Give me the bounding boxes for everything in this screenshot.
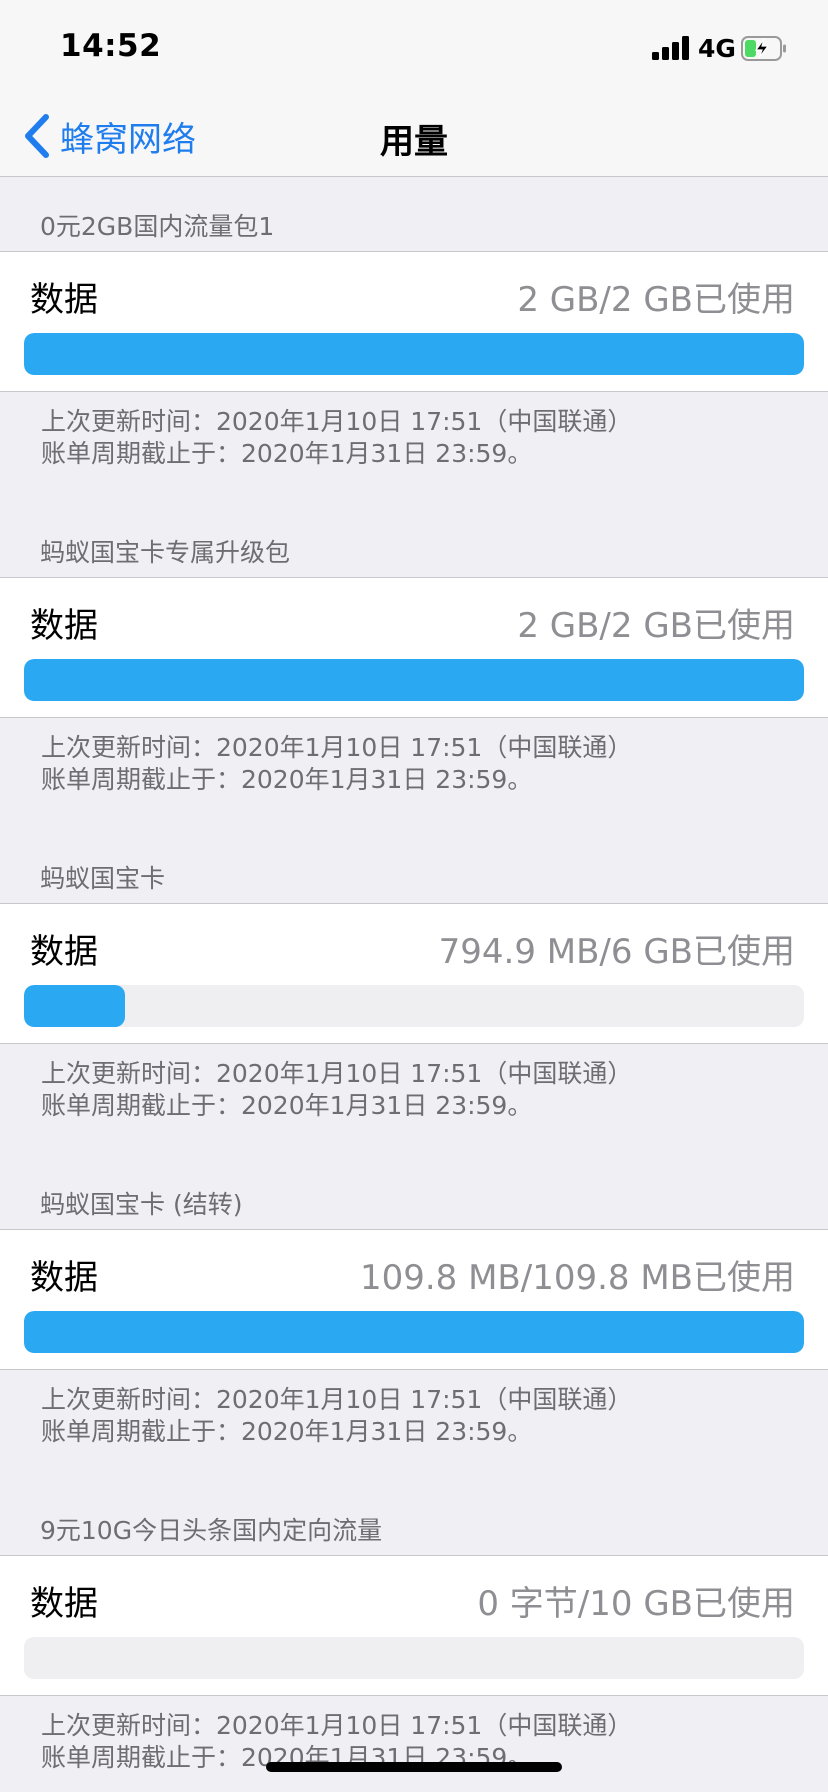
data-label: 数据 xyxy=(30,1258,98,1298)
usage-value: 2 GB/2 GB已使用 xyxy=(517,606,795,646)
signal-bars-icon xyxy=(652,36,692,60)
billing-cycle-text: 账单周期截止于：2020年1月31日 23:59。 xyxy=(41,439,533,468)
plan-footer: 上次更新时间：2020年1月10日 17:51（中国联通） 账单周期截止于：20… xyxy=(0,1696,828,1792)
billing-cycle-text: 账单周期截止于：2020年1月31日 23:59。 xyxy=(41,1417,533,1446)
status-bar: 14:52 4G xyxy=(0,0,828,96)
plan-footer: 上次更新时间：2020年1月10日 17:51（中国联通） 账单周期截止于：20… xyxy=(0,718,828,829)
usage-screen: 14:52 4G 蜂窝网络 用量 0元2GB国内流量包1 数据 2 GB/2 G… xyxy=(0,0,828,1792)
data-usage-row: 数据 2 GB/2 GB已使用 xyxy=(0,251,828,392)
usage-progress-bar xyxy=(24,1637,804,1679)
plan-footer: 上次更新时间：2020年1月10日 17:51（中国联通） 账单周期截止于：20… xyxy=(0,392,828,503)
usage-progress-bar xyxy=(24,333,804,375)
status-time: 14:52 xyxy=(60,28,162,64)
usage-progress-fill xyxy=(24,1311,804,1353)
usage-list: 0元2GB国内流量包1 数据 2 GB/2 GB已使用 上次更新时间：2020年… xyxy=(0,177,828,1792)
last-updated-text: 上次更新时间：2020年1月10日 17:51（中国联通） xyxy=(41,1059,633,1088)
section-header: 蚂蚁国宝卡 (结转) xyxy=(40,1190,243,1219)
last-updated-text: 上次更新时间：2020年1月10日 17:51（中国联通） xyxy=(41,733,633,762)
usage-progress-fill xyxy=(24,985,125,1027)
data-label: 数据 xyxy=(30,932,98,972)
navigation-bar: 蜂窝网络 用量 xyxy=(0,96,828,177)
home-indicator[interactable] xyxy=(266,1762,562,1772)
data-label: 数据 xyxy=(30,1584,98,1624)
data-usage-row: 数据 0 字节/10 GB已使用 xyxy=(0,1555,828,1696)
section-header: 9元10G今日头条国内定向流量 xyxy=(40,1516,383,1545)
data-label: 数据 xyxy=(30,280,98,320)
billing-cycle-text: 账单周期截止于：2020年1月31日 23:59。 xyxy=(41,1091,533,1120)
usage-value: 794.9 MB/6 GB已使用 xyxy=(438,932,795,972)
usage-value: 0 字节/10 GB已使用 xyxy=(477,1584,795,1624)
usage-progress-bar xyxy=(24,659,804,701)
data-usage-row: 数据 109.8 MB/109.8 MB已使用 xyxy=(0,1229,828,1370)
usage-value: 109.8 MB/109.8 MB已使用 xyxy=(359,1258,795,1298)
usage-progress-fill xyxy=(24,333,804,375)
plan-footer: 上次更新时间：2020年1月10日 17:51（中国联通） 账单周期截止于：20… xyxy=(0,1370,828,1481)
data-usage-row: 数据 2 GB/2 GB已使用 xyxy=(0,577,828,718)
section-header: 蚂蚁国宝卡专属升级包 xyxy=(40,538,291,567)
network-type-label: 4G xyxy=(698,34,736,63)
last-updated-text: 上次更新时间：2020年1月10日 17:51（中国联通） xyxy=(41,1385,633,1414)
last-updated-text: 上次更新时间：2020年1月10日 17:51（中国联通） xyxy=(41,407,633,436)
section-header: 0元2GB国内流量包1 xyxy=(40,212,275,241)
data-usage-row: 数据 794.9 MB/6 GB已使用 xyxy=(0,903,828,1044)
data-label: 数据 xyxy=(30,606,98,646)
last-updated-text: 上次更新时间：2020年1月10日 17:51（中国联通） xyxy=(41,1711,633,1740)
usage-progress-bar xyxy=(24,985,804,1027)
usage-progress-bar xyxy=(24,1311,804,1353)
plan-footer: 上次更新时间：2020年1月10日 17:51（中国联通） 账单周期截止于：20… xyxy=(0,1044,828,1155)
usage-progress-fill xyxy=(24,659,804,701)
usage-value: 2 GB/2 GB已使用 xyxy=(517,280,795,320)
page-title: 用量 xyxy=(380,122,448,162)
section-header: 蚂蚁国宝卡 xyxy=(40,864,166,893)
battery-charging-icon xyxy=(741,36,786,61)
billing-cycle-text: 账单周期截止于：2020年1月31日 23:59。 xyxy=(41,765,533,794)
